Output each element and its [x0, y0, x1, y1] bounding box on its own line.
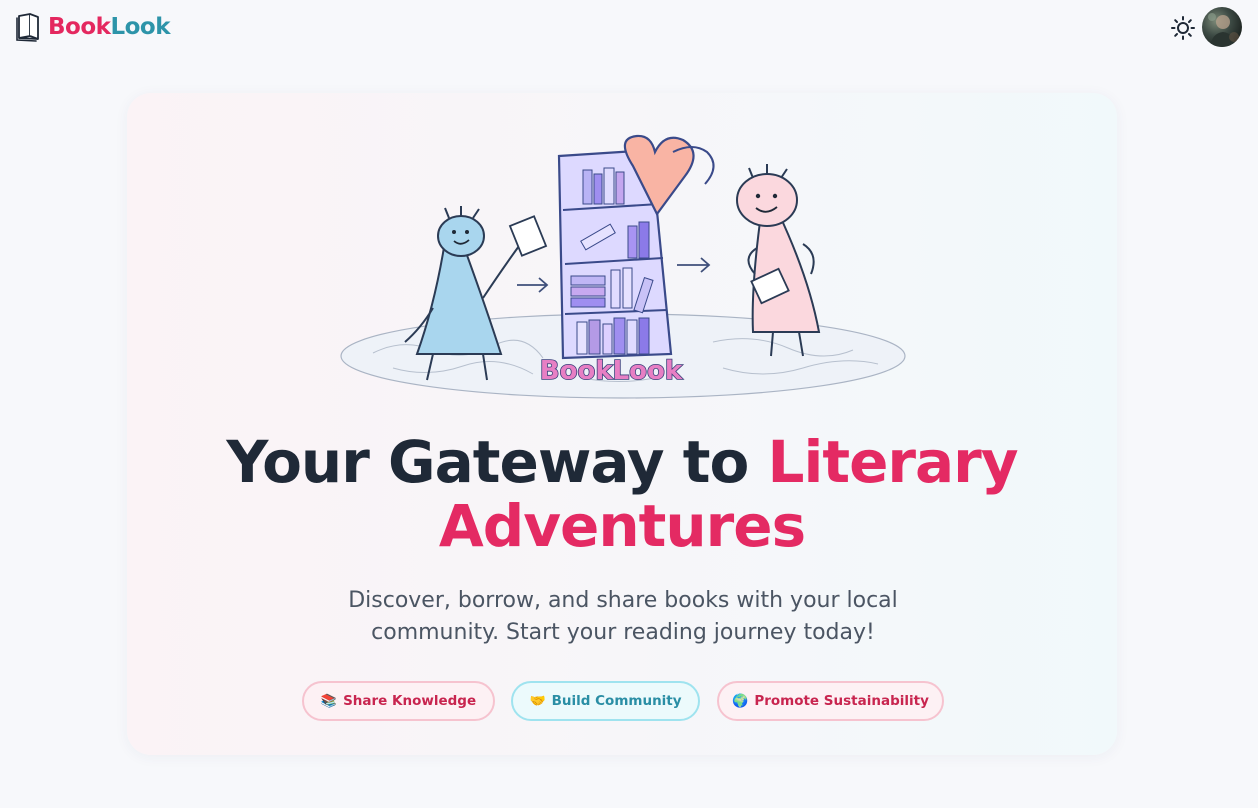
share-knowledge-pill[interactable]: 📚 Share Knowledge: [302, 681, 495, 721]
globe-icon: 🌍: [732, 693, 749, 709]
hero-subtitle: Discover, borrow, and share books with y…: [348, 588, 898, 645]
hero-illustration: BookLook: [340, 134, 906, 399]
books-icon: 📚: [320, 693, 338, 709]
build-community-label: Build Community: [551, 693, 682, 709]
open-book-icon: [16, 13, 39, 42]
handshake-icon: 🤝: [529, 693, 546, 709]
share-knowledge-label: Share Knowledge: [343, 693, 477, 709]
promote-sustainability-pill[interactable]: 🌍 Promote Sustainability: [717, 681, 944, 721]
avatar-photo: [1208, 13, 1239, 47]
theme-toggle-button[interactable]: [1168, 13, 1198, 43]
brand-logo[interactable]: BookLook: [14, 12, 170, 42]
brand-name: BookLook: [48, 14, 170, 40]
brand-name-part1: Book: [48, 14, 111, 40]
brand-name-part2: Look: [110, 14, 170, 40]
promote-sustainability-label: Promote Sustainability: [754, 693, 929, 709]
sun-icon: [1171, 16, 1195, 40]
user-avatar[interactable]: [1202, 7, 1242, 47]
build-community-pill[interactable]: 🤝 Build Community: [511, 681, 700, 721]
headline-part1: Your Gateway to: [226, 428, 768, 496]
illustration-sign-label: BookLook: [540, 356, 683, 386]
top-navigation-bar: BookLook: [0, 0, 1258, 56]
hero-headline: Your Gateway to Literary Adventures: [127, 430, 1117, 558]
feature-pills: 📚 Share Knowledge 🤝 Build Community 🌍 Pr…: [0, 681, 1258, 725]
